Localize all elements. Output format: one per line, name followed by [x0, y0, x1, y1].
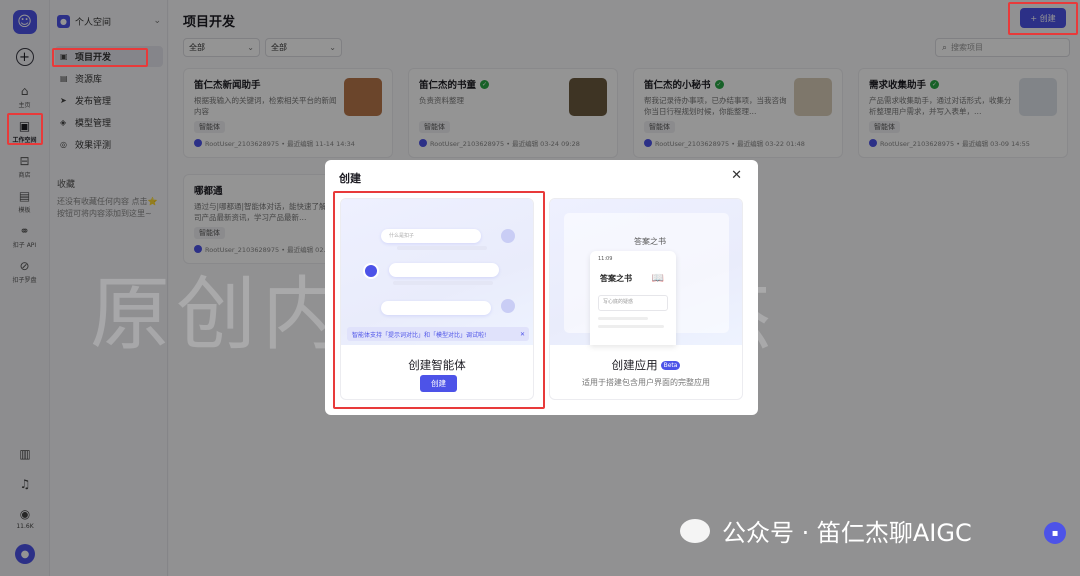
app-illustration: 答案之书 11:09 答案之书 📖 写心底的疑惑	[550, 199, 742, 345]
agent-illustration: 什么是扣子 智能体支持「提示词对比」和「模型对比」调试啦! ✕	[341, 199, 533, 345]
user-avatar-icon	[501, 229, 515, 243]
feature-notice: 智能体支持「提示词对比」和「模型对比」调试啦! ✕	[347, 327, 529, 341]
create-agent-button[interactable]: 创建	[420, 375, 457, 392]
close-icon[interactable]: ✕	[520, 331, 525, 338]
phone-mockup: 11:09 答案之书 📖 写心底的疑惑	[590, 251, 676, 345]
chat-bubble-icon[interactable]: ▪	[1044, 522, 1066, 544]
app-option-title: 创建应用 Beta	[550, 357, 742, 373]
create-agent-option[interactable]: 什么是扣子 智能体支持「提示词对比」和「模型对比」调试啦! ✕ 创建智能体 创建	[340, 198, 534, 400]
book-icon: 📖	[651, 273, 664, 284]
modal-title: 创建	[339, 172, 361, 185]
create-app-option[interactable]: 答案之书 11:09 答案之书 📖 写心底的疑惑 创建应用 Beta 适用于搭建…	[549, 198, 743, 400]
agent-option-title: 创建智能体	[408, 358, 466, 372]
app-option-subtitle: 适用于搭建包含用户界面的完整应用	[582, 378, 710, 387]
bot-avatar-icon	[363, 263, 379, 279]
user-avatar-icon	[501, 299, 515, 313]
create-modal: 创建 ✕ 什么是扣子 智能体支持「提示词对比」和「模型对比」调试啦! ✕ 创建智…	[325, 160, 758, 415]
wechat-watermark: 公众号 · 笛仁杰聊AIGC	[680, 513, 972, 548]
wechat-icon	[680, 518, 710, 543]
beta-badge: Beta	[660, 360, 681, 370]
close-icon[interactable]: ✕	[731, 168, 742, 183]
